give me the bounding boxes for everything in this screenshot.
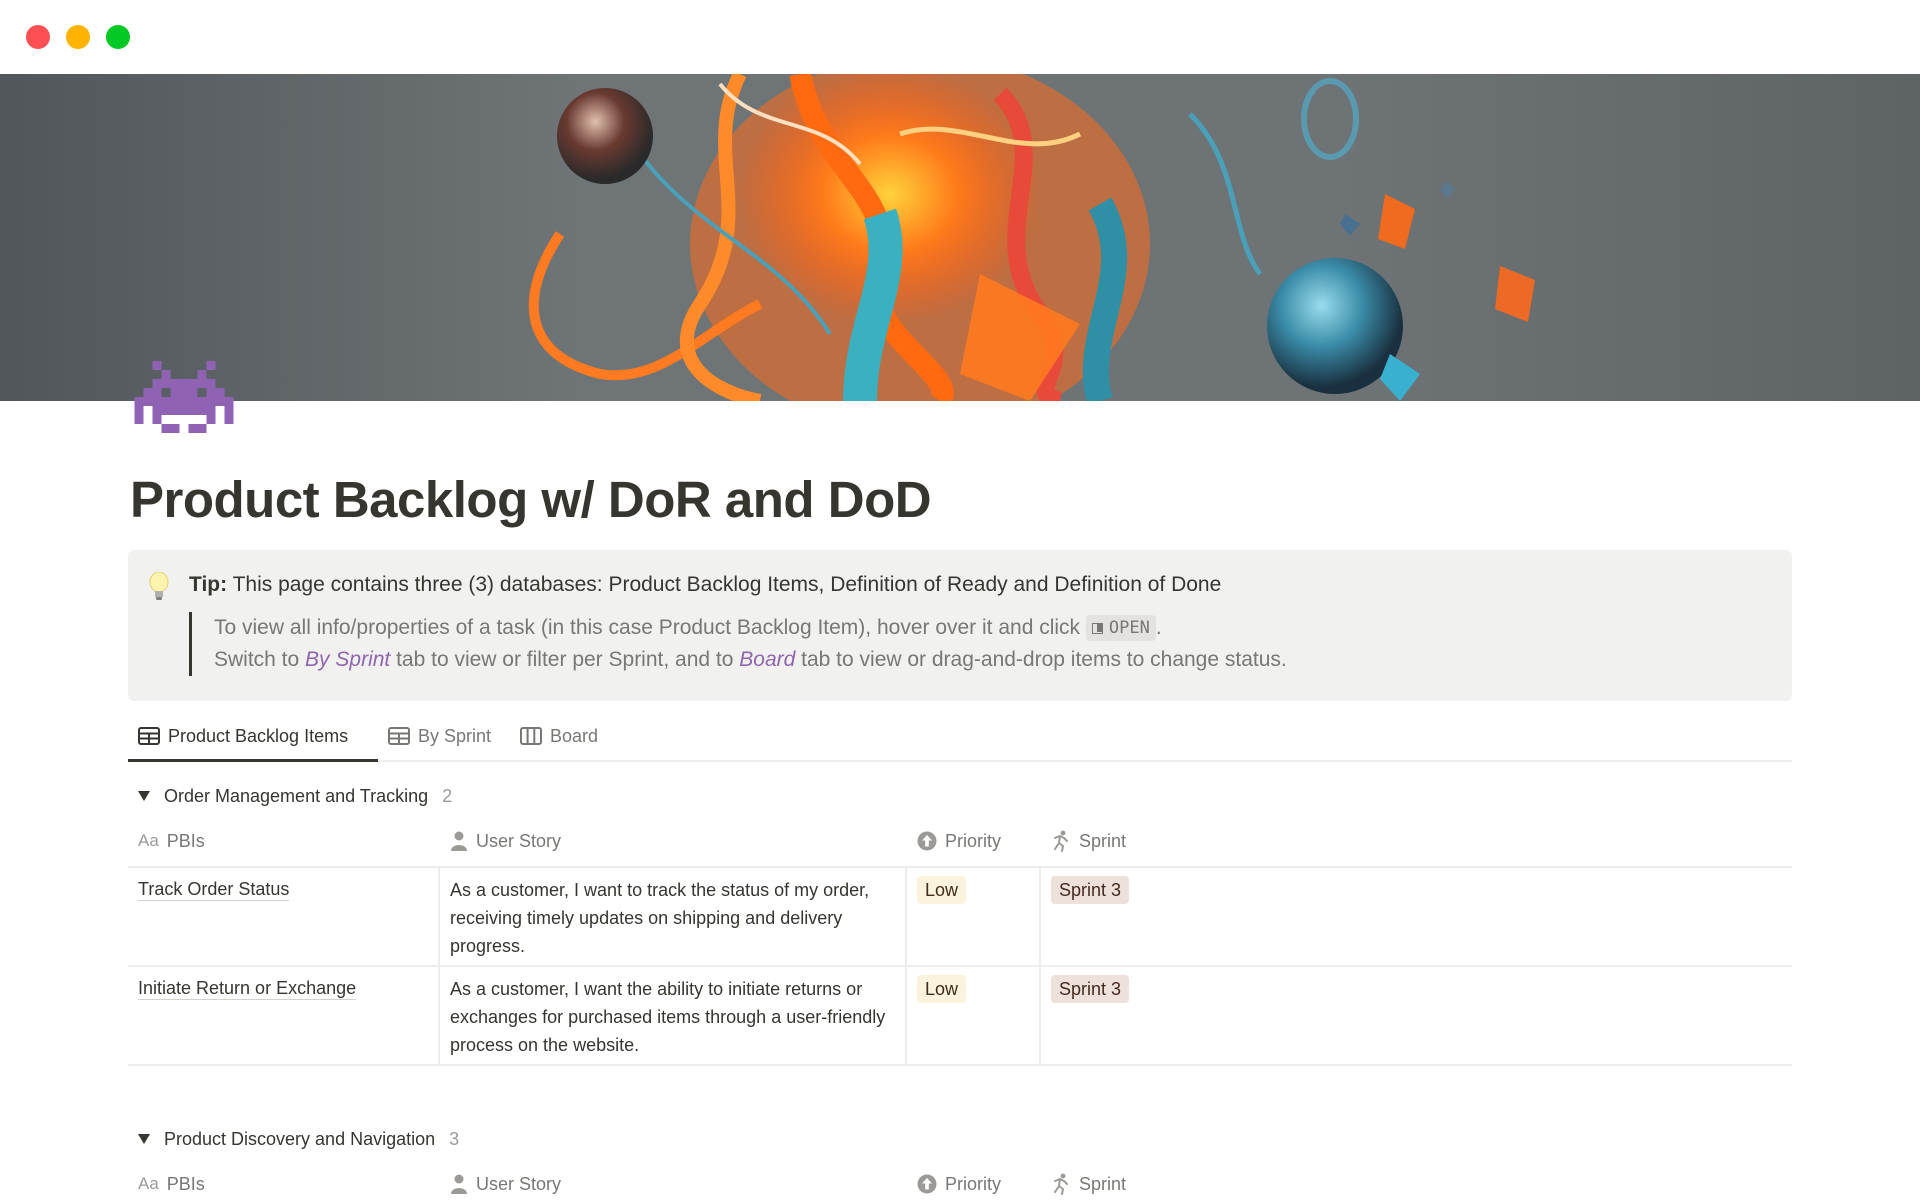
column-label: Priority: [945, 830, 1002, 851]
active-tab-indicator: [128, 759, 378, 762]
collapse-triangle-icon[interactable]: [138, 791, 150, 801]
quote-text: .: [1155, 616, 1162, 639]
open-panel-icon: [1091, 623, 1103, 634]
sprint-badge[interactable]: Sprint 3: [1051, 876, 1130, 904]
quote-line-open: To view all info/properties of a task (i…: [214, 612, 1287, 644]
quote-text: Switch to: [214, 648, 306, 671]
maximize-window-button[interactable]: [106, 25, 130, 49]
person-icon: [450, 1174, 468, 1194]
pbi-cell[interactable]: Initiate Return or Exchange: [128, 967, 438, 1064]
space-invader-icon[interactable]: [132, 361, 236, 433]
tip-text: Tip: This page contains three (3) databa…: [189, 573, 1221, 597]
table-row[interactable]: Initiate Return or Exchange As a custome…: [128, 967, 1792, 1066]
tip-quote: To view all info/properties of a task (i…: [189, 612, 1287, 676]
tip-description: This page contains three (3) databases: …: [227, 573, 1222, 596]
user-story-text: As a customer, I want the ability to ini…: [450, 979, 886, 1055]
quote-text: tab to view or drag-and-drop items to ch…: [795, 648, 1287, 671]
tab-label: Board: [550, 725, 599, 746]
minimize-window-button[interactable]: [66, 25, 90, 49]
user-story-text: As a customer, I want to track the statu…: [450, 880, 870, 956]
tab-label: Product Backlog Items: [168, 725, 349, 746]
tip-label: Tip:: [189, 573, 228, 596]
lightbulb-icon: [148, 571, 170, 602]
column-header-user-story[interactable]: User Story: [450, 1168, 561, 1200]
priority-arrow-icon: [917, 1174, 937, 1194]
database-view-tabs: Product Backlog Items By Sprint Board: [128, 710, 1792, 762]
tab-label: By Sprint: [418, 725, 492, 746]
title-aa-icon: Aa: [138, 1174, 159, 1193]
column-header-priority[interactable]: Priority: [917, 825, 1001, 857]
column-header-sprint[interactable]: Sprint: [1051, 825, 1126, 857]
pbi-cell[interactable]: Track Order Status: [128, 868, 438, 965]
priority-badge[interactable]: Low: [917, 876, 967, 904]
table-row[interactable]: Track Order Status As a customer, I want…: [128, 868, 1792, 967]
running-person-icon: [1051, 830, 1071, 852]
group-name: Order Management and Tracking: [164, 785, 429, 806]
window-titlebar: [0, 0, 1920, 74]
user-story-cell[interactable]: As a customer, I want the ability to ini…: [438, 967, 905, 1064]
group-header[interactable]: Order Management and Tracking 2: [138, 781, 452, 811]
title-aa-icon: Aa: [138, 831, 159, 850]
column-header-priority[interactable]: Priority: [917, 1168, 1001, 1200]
sprint-badge[interactable]: Sprint 3: [1051, 975, 1130, 1003]
by-sprint-mention: By Sprint: [305, 648, 391, 671]
close-window-button[interactable]: [26, 25, 50, 49]
priority-cell[interactable]: Low: [905, 967, 1039, 1064]
column-label: Sprint: [1079, 1173, 1127, 1194]
person-icon: [450, 831, 468, 851]
column-header-user-story[interactable]: User Story: [450, 825, 561, 857]
open-code-text: OPEN: [1108, 618, 1150, 638]
column-header-pbis[interactable]: Aa PBIs: [138, 825, 205, 857]
tip-callout: Tip: This page contains three (3) databa…: [128, 550, 1792, 701]
table-icon: [138, 727, 160, 745]
sprint-cell[interactable]: Sprint 3: [1039, 868, 1239, 965]
collapse-triangle-icon[interactable]: [138, 1134, 150, 1144]
page-title[interactable]: Product Backlog w/ DoR and DoD: [130, 470, 932, 529]
cover-image: [0, 74, 1920, 401]
column-label: User Story: [476, 1173, 562, 1194]
pbi-title-link[interactable]: Track Order Status: [138, 878, 290, 901]
quote-text: To view all info/properties of a task (i…: [214, 616, 1086, 639]
pbi-title-link[interactable]: Initiate Return or Exchange: [138, 977, 357, 1000]
tab-by-sprint[interactable]: By Sprint: [388, 720, 491, 752]
tab-board[interactable]: Board: [520, 720, 598, 752]
column-header-pbis[interactable]: Aa PBIs: [138, 1168, 205, 1200]
running-person-icon: [1051, 1173, 1071, 1195]
group-count: 2: [442, 785, 453, 806]
group-product-discovery: Product Discovery and Navigation 3 Aa PB…: [128, 1124, 1792, 1200]
column-header-sprint[interactable]: Sprint: [1051, 1168, 1126, 1200]
quote-line-tabs: Switch to By Sprint tab to view or filte…: [214, 644, 1287, 676]
open-code-pill: OPEN: [1085, 615, 1156, 641]
priority-cell[interactable]: Low: [905, 868, 1039, 965]
tab-product-backlog-items[interactable]: Product Backlog Items: [138, 720, 348, 752]
column-label: User Story: [476, 830, 562, 851]
table-icon: [388, 727, 410, 745]
priority-arrow-icon: [917, 831, 937, 851]
sprint-cell[interactable]: Sprint 3: [1039, 967, 1239, 1064]
group-count: 3: [449, 1128, 460, 1149]
cover-artwork: [528, 74, 1535, 401]
board-mention: Board: [739, 648, 796, 671]
board-icon: [520, 727, 542, 745]
quote-text: tab to view or filter per Sprint, and to: [390, 648, 740, 671]
column-label: PBIs: [166, 830, 205, 851]
column-label: Priority: [945, 1173, 1002, 1194]
column-label: PBIs: [166, 1173, 205, 1194]
group-order-management: Order Management and Tracking 2 Aa PBIs …: [128, 781, 1792, 1066]
group-header[interactable]: Product Discovery and Navigation 3: [138, 1124, 459, 1154]
user-story-cell[interactable]: As a customer, I want to track the statu…: [438, 868, 905, 965]
priority-badge[interactable]: Low: [917, 975, 967, 1003]
group-name: Product Discovery and Navigation: [164, 1128, 436, 1149]
column-label: Sprint: [1079, 830, 1127, 851]
